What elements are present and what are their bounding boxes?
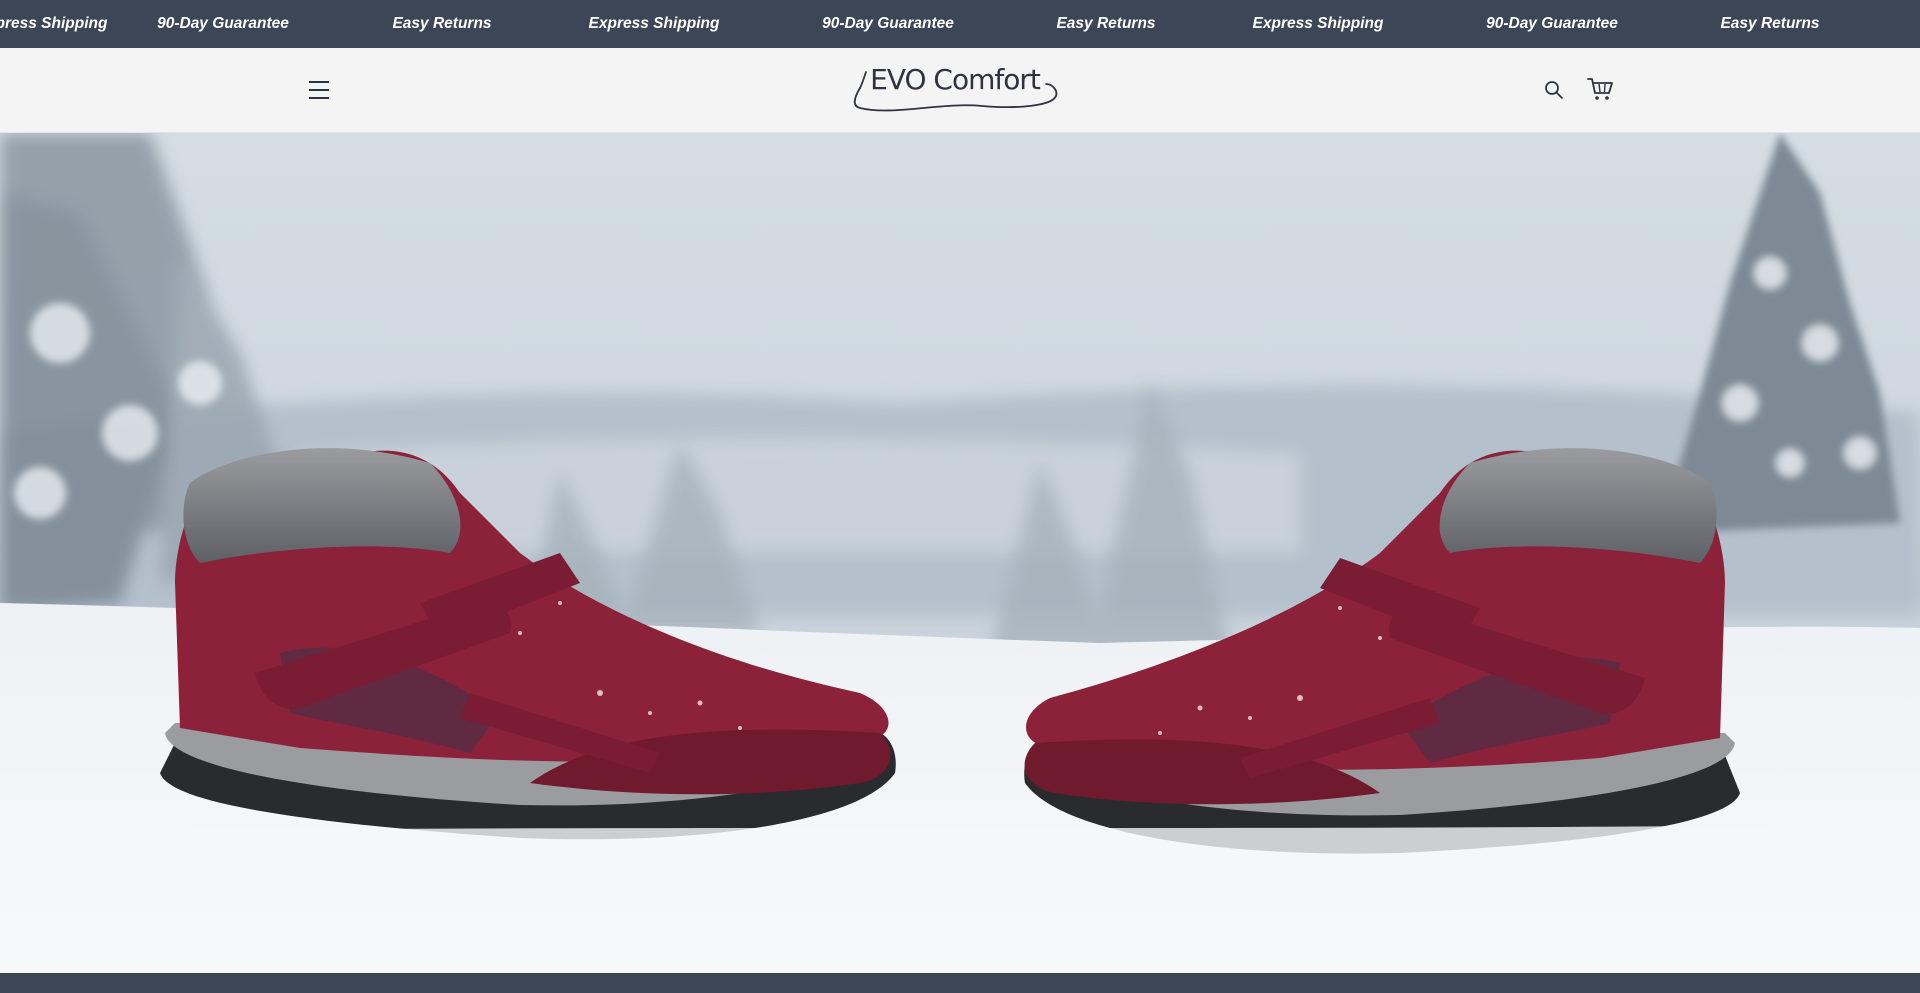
hero-banner[interactable] (0, 133, 1920, 973)
logo-text: EVO Comfort (870, 63, 1041, 96)
hamburger-menu-icon[interactable] (304, 78, 336, 102)
bottom-bar (0, 973, 1920, 993)
announcement-item: Easy Returns (392, 15, 492, 32)
announcement-track: Express Shipping 90-Day Guarantee Easy R… (0, 0, 1920, 48)
hero-image (0, 133, 1920, 973)
site-header: EVO Comfort (0, 48, 1920, 133)
announcement-item: Express Shipping (1252, 15, 1384, 32)
announcement-bar: Express Shipping 90-Day Guarantee Easy R… (0, 0, 1920, 48)
announcement-item: Express Shipping (588, 15, 720, 32)
announcement-item: Express Shipping (0, 15, 108, 32)
announcement-item: 90-Day Guarantee (1486, 15, 1618, 32)
cart-icon[interactable] (1586, 76, 1614, 102)
store-logo[interactable]: EVO Comfort (852, 62, 1058, 118)
announcement-item: 90-Day Guarantee (157, 15, 289, 32)
announcement-item: 90-Day Guarantee (822, 15, 954, 32)
announcement-item: Easy Returns (1720, 15, 1820, 32)
announcement-item: Easy Returns (1056, 15, 1156, 32)
search-icon[interactable] (1542, 78, 1566, 102)
